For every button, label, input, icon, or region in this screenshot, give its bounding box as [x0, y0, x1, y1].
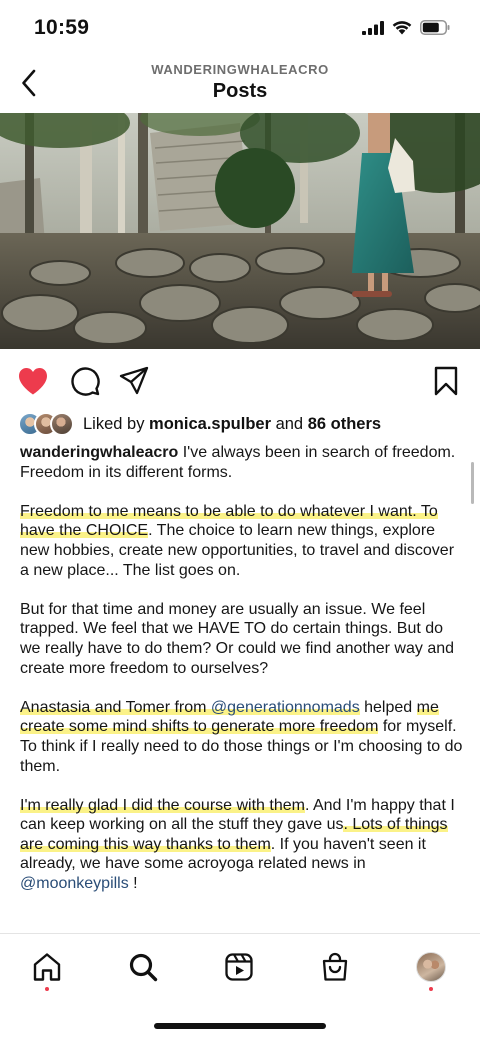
send-icon [119, 366, 149, 395]
caption-paragraph: wanderingwhaleacro I've always been in s… [20, 443, 464, 482]
liker-username[interactable]: monica.spulber [149, 415, 271, 433]
tab-reels[interactable] [220, 948, 258, 986]
notification-dot [429, 987, 433, 991]
caption-text: helped [359, 698, 417, 716]
post-photo[interactable] [0, 113, 480, 349]
avatar [50, 412, 74, 436]
scrollbar[interactable] [471, 462, 474, 504]
reels-icon [225, 953, 253, 981]
tab-profile[interactable] [412, 948, 450, 986]
post-image [0, 113, 480, 349]
caption-text: ! [128, 875, 138, 893]
status-bar: 10:59 [0, 0, 480, 58]
shop-icon [322, 952, 348, 981]
likes-text: Liked by monica.spulber and 86 others [83, 415, 381, 434]
comment-icon [71, 367, 100, 396]
mention-link[interactable]: @generationnomads [210, 698, 360, 716]
post-actions [0, 360, 480, 404]
likes-prefix: Liked by [83, 414, 150, 433]
tab-shop[interactable] [316, 948, 354, 986]
save-button[interactable] [429, 364, 463, 398]
tab-home[interactable] [28, 948, 66, 986]
comment-button[interactable] [68, 364, 102, 398]
liker-avatars [18, 411, 78, 437]
likes-row[interactable]: Liked by monica.spulber and 86 others [18, 410, 381, 438]
header: WANDERINGWHALEACRO Posts [0, 58, 480, 112]
home-indicator[interactable] [154, 1023, 326, 1029]
likes-count[interactable]: 86 others [308, 415, 381, 433]
status-icons [362, 20, 450, 35]
bottom-tab-bar [0, 933, 480, 1045]
tab-search[interactable] [124, 948, 162, 986]
page-title: Posts [212, 80, 268, 102]
highlighted-text: Anastasia and Tomer from [20, 698, 211, 716]
cellular-signal-icon [362, 20, 384, 35]
post-caption: wanderingwhaleacro I've always been in s… [20, 443, 464, 894]
wifi-icon [392, 21, 412, 35]
home-icon [33, 953, 61, 981]
heart-filled-icon [19, 368, 47, 395]
caption-paragraph: Anastasia and Tomer from @generationnoma… [20, 698, 464, 776]
highlighted-text: I'm really glad I did the course with th… [20, 796, 305, 814]
search-icon [129, 953, 158, 982]
status-time: 10:59 [34, 16, 90, 39]
caption-paragraph: Freedom to me means to be able to do wha… [20, 502, 464, 580]
caption-username[interactable]: wanderingwhaleacro [20, 444, 178, 461]
profile-avatar [416, 952, 446, 982]
account-username[interactable]: WANDERINGWHALEACRO [0, 62, 480, 77]
likes-middle: and [271, 414, 308, 433]
bookmark-icon [434, 366, 458, 396]
caption-paragraph: I'm really glad I did the course with th… [20, 796, 464, 894]
battery-icon [420, 20, 450, 35]
share-button[interactable] [117, 364, 151, 398]
notification-dot [45, 987, 49, 991]
mention-link[interactable]: @moonkeypills [20, 875, 129, 892]
like-button[interactable] [16, 364, 50, 398]
caption-paragraph: But for that time and money are usually … [20, 600, 455, 677]
